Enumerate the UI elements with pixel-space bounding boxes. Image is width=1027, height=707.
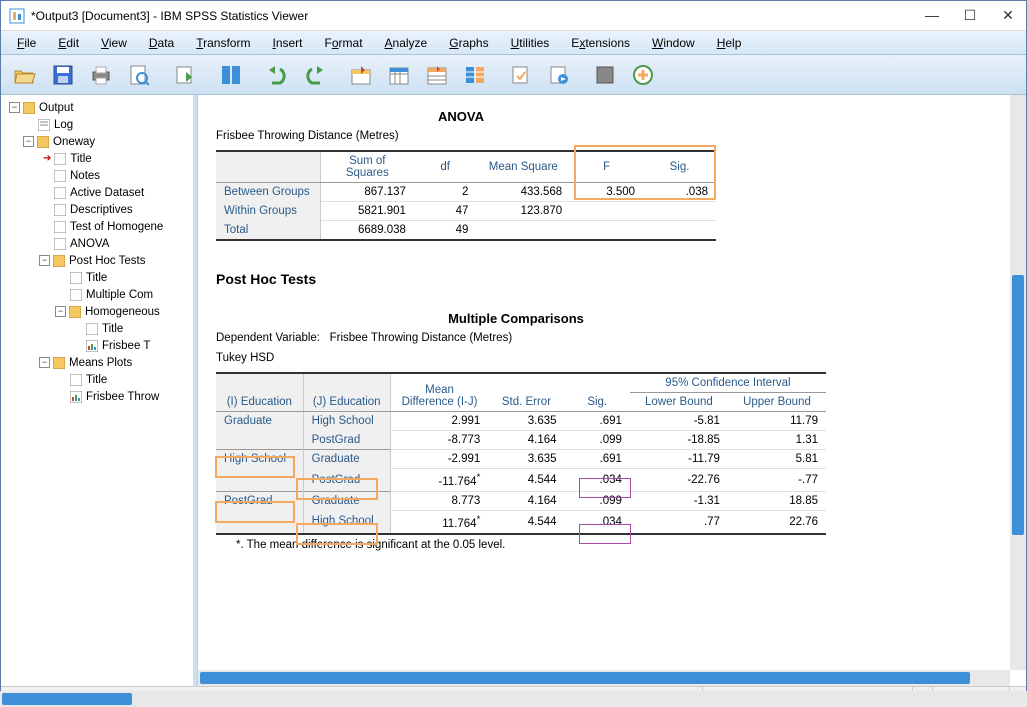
tree-log[interactable]: Log bbox=[1, 116, 193, 133]
tree-active-dataset[interactable]: Active Dataset bbox=[1, 184, 193, 201]
table-row: PostGrad-11.764*4.544.034-22.76-.77 bbox=[216, 469, 826, 492]
redo-icon[interactable] bbox=[297, 59, 333, 91]
menu-view[interactable]: View bbox=[91, 34, 137, 52]
tree-means-title[interactable]: Title bbox=[1, 371, 193, 388]
menu-extensions[interactable]: Extensions bbox=[561, 34, 640, 52]
app-icon bbox=[9, 8, 25, 24]
table-row: PostGrad-8.7734.164.099-18.851.31 bbox=[216, 431, 826, 450]
add-icon[interactable] bbox=[625, 59, 661, 91]
window-title: *Output3 [Document3] - IBM SPSS Statisti… bbox=[31, 9, 922, 23]
toolbar bbox=[1, 55, 1026, 95]
designate-icon[interactable] bbox=[587, 59, 623, 91]
tree-homogeneous[interactable]: −Homogeneous bbox=[1, 303, 193, 320]
posthoc-section-title: Post Hoc Tests bbox=[216, 271, 1008, 287]
tree-output[interactable]: −Output bbox=[1, 99, 193, 116]
tree-means-plots[interactable]: −Means Plots bbox=[1, 354, 193, 371]
table-row: PostGradGraduate8.7734.164.099-1.3118.85 bbox=[216, 491, 826, 510]
menu-format[interactable]: Format bbox=[315, 34, 373, 52]
tree-multiple-comp[interactable]: Multiple Com bbox=[1, 286, 193, 303]
anova-title: ANOVA bbox=[216, 109, 706, 124]
content-scrollbar-v[interactable] bbox=[1010, 95, 1026, 670]
table-row: High SchoolGraduate-2.9913.635.691-11.79… bbox=[216, 450, 826, 469]
tree-posthoc-title[interactable]: Title bbox=[1, 269, 193, 286]
dialogs-icon[interactable] bbox=[457, 59, 493, 91]
menu-edit[interactable]: Edit bbox=[48, 34, 89, 52]
save-icon[interactable] bbox=[45, 59, 81, 91]
anova-table[interactable]: Sum of Squares df Mean Square F Sig. Bet… bbox=[216, 150, 716, 241]
tree-oneway[interactable]: −Oneway bbox=[1, 133, 193, 150]
menu-window[interactable]: Window bbox=[642, 34, 705, 52]
dv-value: Frisbee Throwing Distance (Metres) bbox=[330, 332, 513, 344]
export-icon[interactable] bbox=[167, 59, 203, 91]
minimize-button[interactable]: — bbox=[922, 7, 942, 24]
tree-anova[interactable]: ANOVA bbox=[1, 235, 193, 252]
preview-icon[interactable] bbox=[121, 59, 157, 91]
tree-frisbee-t[interactable]: Frisbee T bbox=[1, 337, 193, 354]
open-icon[interactable] bbox=[7, 59, 43, 91]
table-row: Within Groups 5821.901 47 123.870 bbox=[216, 202, 716, 221]
method-label: Tukey HSD bbox=[216, 352, 1008, 364]
grid-icon[interactable] bbox=[213, 59, 249, 91]
menu-file[interactable]: File bbox=[7, 34, 46, 52]
select-icon[interactable] bbox=[503, 59, 539, 91]
titlebar: *Output3 [Document3] - IBM SPSS Statisti… bbox=[1, 1, 1026, 31]
tree-test-homogeneity[interactable]: Test of Homogene bbox=[1, 218, 193, 235]
main-area: −Output Log −Oneway ➔Title Notes Active … bbox=[1, 95, 1026, 686]
table-row: GraduateHigh School2.9913.635.691-5.8111… bbox=[216, 412, 826, 431]
maximize-button[interactable]: ☐ bbox=[960, 7, 980, 24]
menubar: File Edit View Data Transform Insert For… bbox=[1, 31, 1026, 55]
menu-transform[interactable]: Transform bbox=[186, 34, 260, 52]
tree-notes[interactable]: Notes bbox=[1, 167, 193, 184]
table-row: Between Groups 867.137 2 433.568 3.500 .… bbox=[216, 183, 716, 202]
footnote: *. The mean difference is significant at… bbox=[236, 539, 1008, 551]
undo-icon[interactable] bbox=[259, 59, 295, 91]
gotocase-icon[interactable] bbox=[381, 59, 417, 91]
tree-descriptives[interactable]: Descriptives bbox=[1, 201, 193, 218]
tree-title[interactable]: ➔Title bbox=[1, 150, 193, 167]
menu-analyze[interactable]: Analyze bbox=[375, 34, 438, 52]
menu-utilities[interactable]: Utilities bbox=[501, 34, 560, 52]
dv-label: Dependent Variable: bbox=[216, 332, 320, 344]
tree-posthoc[interactable]: −Post Hoc Tests bbox=[1, 252, 193, 269]
content-scrollbar-h[interactable] bbox=[198, 670, 1010, 686]
tree-frisbee-throw[interactable]: Frisbee Throw bbox=[1, 388, 193, 405]
content-viewer: ANOVA Frisbee Throwing Distance (Metres)… bbox=[197, 95, 1026, 686]
tree-homog-title[interactable]: Title bbox=[1, 320, 193, 337]
outline-pane: −Output Log −Oneway ➔Title Notes Active … bbox=[1, 95, 197, 686]
close-button[interactable]: ✕ bbox=[998, 7, 1018, 24]
table-row: Total 6689.038 49 bbox=[216, 221, 716, 241]
multcomp-table[interactable]: (I) Education (J) Education Mean Differe… bbox=[216, 372, 826, 535]
menu-insert[interactable]: Insert bbox=[262, 34, 312, 52]
variables-icon[interactable] bbox=[419, 59, 455, 91]
multcomp-title: Multiple Comparisons bbox=[216, 311, 816, 326]
menu-data[interactable]: Data bbox=[139, 34, 184, 52]
run-icon[interactable] bbox=[541, 59, 577, 91]
anova-caption: Frisbee Throwing Distance (Metres) bbox=[216, 130, 1008, 142]
menu-help[interactable]: Help bbox=[707, 34, 752, 52]
menu-graphs[interactable]: Graphs bbox=[439, 34, 498, 52]
gotodata-icon[interactable] bbox=[343, 59, 379, 91]
table-row: High School11.764*4.544.034.7722.76 bbox=[216, 510, 826, 533]
print-icon[interactable] bbox=[83, 59, 119, 91]
